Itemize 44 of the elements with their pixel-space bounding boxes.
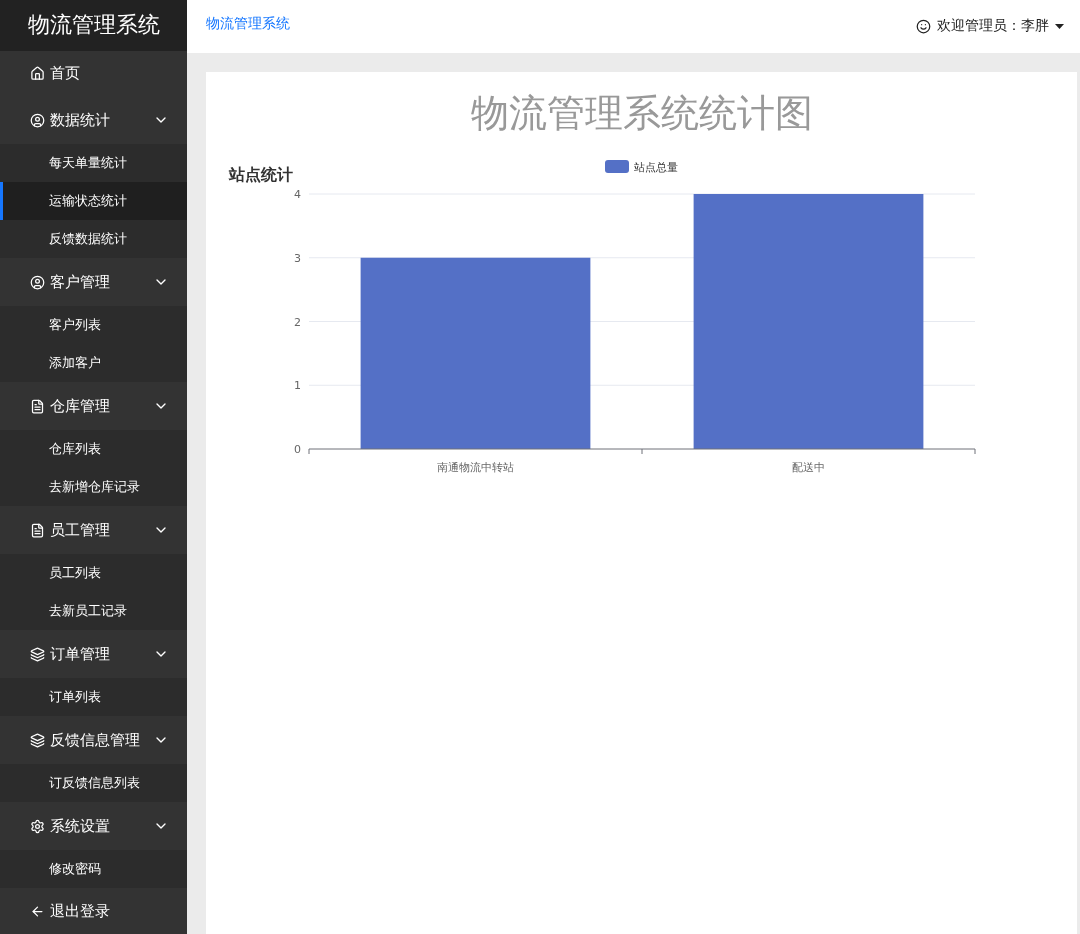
submenu-item[interactable]: 添加客户 [0,344,187,383]
app-logo: 物流管理系统 [0,0,187,51]
axis-category-label: 配送中 [792,461,825,474]
page-title: 物流管理系统统计图 [469,90,814,137]
submenu-item[interactable]: 员工列表 [0,554,187,593]
submenu-item[interactable]: 每天单量统计 [0,144,187,183]
user-icon [30,112,45,128]
document-icon [30,398,45,414]
layers-icon [30,646,45,662]
submenu-item[interactable]: 去新增仓库记录 [0,468,187,507]
smiley-icon [916,18,931,34]
menu-group[interactable]: 订单管理 [0,630,187,679]
axis-tick-label: 0 [294,443,301,456]
document-icon [30,522,45,538]
user-icon [30,274,45,290]
submenu-item[interactable]: 反馈数据统计 [0,220,187,259]
menu-item[interactable]: 退出登录 [0,888,187,934]
caret-icon [1055,23,1064,29]
axis-tick-label: 2 [294,315,301,329]
menu-group[interactable]: 员工管理 [0,506,187,555]
submenu-item[interactable]: 客户列表 [0,306,187,345]
submenu-item[interactable]: 运输状态统计 [0,182,187,221]
chart-title: 站点统计 [229,165,293,186]
settings-icon [30,818,45,834]
legend-label: 站点总量 [634,161,678,174]
submenu-item[interactable]: 订反馈信息列表 [0,764,187,803]
user-menu[interactable]: 欢迎管理员：李胖 [916,17,1064,35]
submenu-item[interactable]: 订单列表 [0,678,187,717]
submenu-item[interactable]: 修改密码 [0,850,187,889]
axis-tick-label: 4 [294,188,301,201]
menu-item[interactable]: 首页 [0,50,187,97]
layers-icon [30,732,45,748]
menu-group[interactable]: 数据统计 [0,96,187,145]
axis-tick-label: 1 [294,379,301,393]
menu-group[interactable]: 系统设置 [0,802,187,851]
home-icon [30,65,45,81]
menu-group[interactable]: 仓库管理 [0,382,187,431]
breadcrumb-link[interactable]: 物流管理系统 [206,15,290,33]
menu-group[interactable]: 客户管理 [0,258,187,307]
submenu-item[interactable]: 去新员工记录 [0,592,187,631]
menu-group[interactable]: 反馈信息管理 [0,716,187,765]
submenu-item[interactable]: 仓库列表 [0,430,187,469]
axis-tick-label: 3 [294,251,301,265]
axis-category-label: 南通物流中转站 [437,461,514,474]
